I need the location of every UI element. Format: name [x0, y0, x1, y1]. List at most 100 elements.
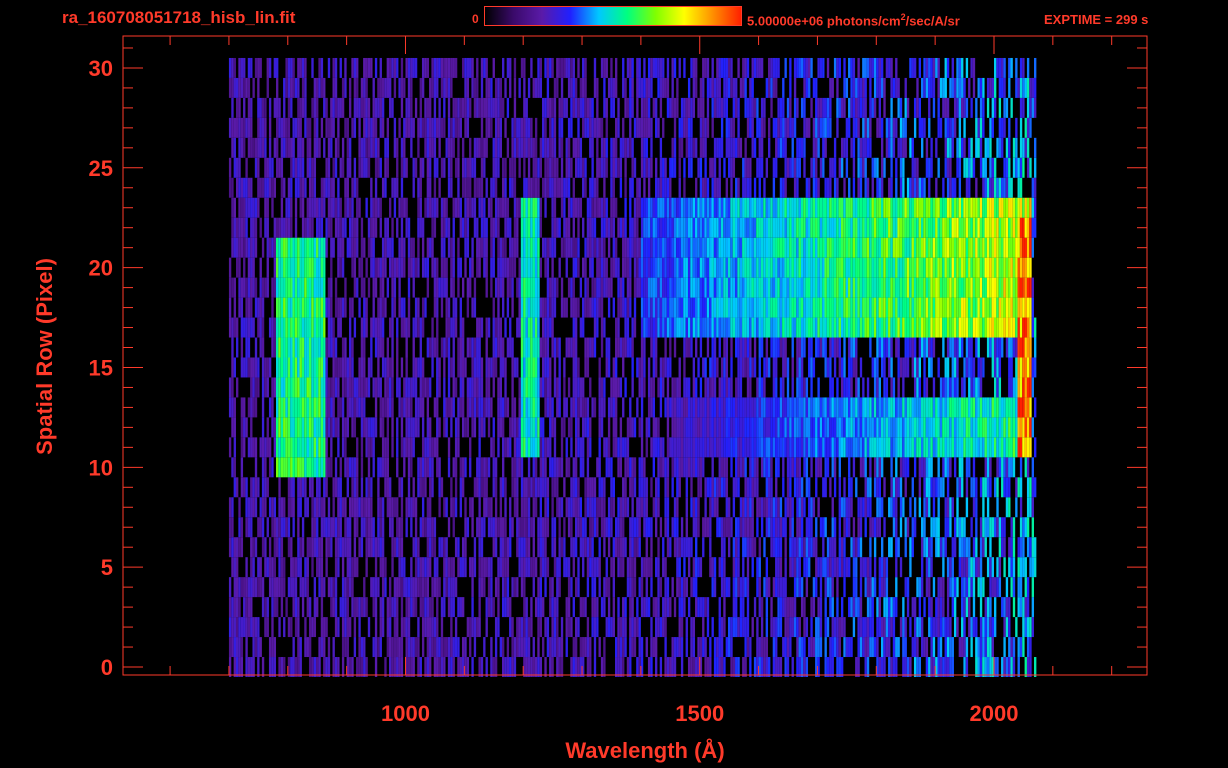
heatmap-cell — [523, 277, 526, 298]
heatmap-cell — [316, 357, 319, 378]
heatmap-cell — [1026, 497, 1030, 518]
heatmap-cell — [485, 357, 488, 378]
heatmap-cell — [956, 297, 959, 318]
heatmap-cell — [454, 637, 458, 658]
heatmap-cell — [836, 657, 839, 677]
heatmap-cell — [810, 337, 813, 358]
heatmap-cell — [450, 597, 453, 618]
heatmap-cell — [859, 277, 863, 298]
heatmap-cell — [553, 597, 557, 618]
heatmap-cell — [918, 317, 922, 338]
heatmap-cell — [452, 637, 455, 658]
heatmap-cell — [862, 317, 865, 338]
heatmap-cell — [419, 317, 422, 338]
heatmap-cell — [749, 317, 752, 338]
heatmap-cell — [791, 457, 794, 478]
heatmap-cell — [640, 597, 644, 618]
heatmap-cell — [525, 597, 528, 618]
heatmap-cell — [341, 357, 345, 378]
heatmap-cell — [937, 597, 940, 618]
heatmap-cell — [951, 657, 954, 677]
heatmap-cell — [685, 317, 688, 338]
heatmap-cell — [829, 577, 832, 598]
heatmap-cell — [421, 397, 425, 418]
heatmap-cell — [720, 537, 724, 558]
heatmap-cell — [930, 617, 933, 638]
heatmap-cell — [942, 337, 945, 358]
heatmap-cell — [337, 657, 340, 677]
heatmap-cell — [563, 377, 566, 398]
heatmap-cell — [459, 457, 462, 478]
heatmap-cell — [612, 497, 615, 518]
heatmap-cell — [906, 457, 910, 478]
heatmap-cell — [963, 557, 966, 578]
heatmap-cell — [518, 617, 521, 638]
heatmap-cell — [374, 557, 378, 578]
heatmap-cell — [233, 437, 236, 458]
heatmap-cell — [998, 557, 1002, 578]
heatmap-cell — [626, 297, 630, 318]
heatmap-cell — [880, 457, 884, 478]
heatmap-cell — [869, 637, 872, 658]
heatmap-cell — [304, 477, 307, 498]
heatmap-cell — [878, 557, 881, 578]
heatmap-cell — [252, 477, 255, 498]
heatmap-cell — [410, 637, 413, 658]
heatmap-cell — [360, 477, 364, 498]
heatmap-cell — [330, 397, 333, 418]
heatmap-cell — [1010, 317, 1013, 338]
heatmap-cell — [965, 317, 969, 338]
heatmap-cell — [509, 657, 512, 677]
heatmap-cell — [278, 577, 281, 598]
heatmap-cell — [695, 297, 698, 318]
heatmap-cell — [311, 417, 314, 438]
heatmap-cell — [563, 417, 566, 438]
heatmap-cell — [647, 357, 651, 378]
heatmap-cell — [770, 397, 773, 418]
heatmap-cell — [876, 517, 879, 538]
heatmap-cell — [697, 277, 700, 298]
heatmap-cell — [723, 397, 726, 418]
heatmap-cell — [339, 257, 342, 278]
heatmap-cell — [591, 257, 594, 278]
heatmap-cell — [939, 297, 943, 318]
heatmap-cell — [565, 437, 568, 458]
heatmap-cell — [744, 297, 747, 318]
heatmap-cell — [845, 277, 849, 298]
heatmap-cell — [921, 577, 924, 598]
heatmap-cell — [235, 597, 239, 618]
heatmap-cell — [970, 557, 973, 578]
heatmap-cell — [1019, 637, 1023, 658]
heatmap-cell — [1034, 657, 1037, 677]
heatmap-cell — [669, 397, 672, 418]
heatmap-cell — [876, 417, 879, 438]
heatmap-cell — [1034, 337, 1037, 358]
heatmap-cell — [793, 537, 797, 558]
heatmap-cell — [949, 337, 952, 358]
heatmap-cell — [869, 537, 872, 558]
heatmap-cell — [838, 297, 841, 318]
heatmap-cell — [586, 417, 590, 438]
heatmap-cell — [678, 397, 681, 418]
heatmap-cell — [699, 337, 703, 358]
heatmap-cell — [798, 617, 801, 638]
heatmap-cell — [897, 537, 900, 558]
heatmap-cell — [690, 457, 693, 478]
heatmap-cell — [429, 597, 432, 618]
heatmap-cell — [702, 617, 705, 638]
heatmap-cell — [283, 297, 286, 318]
heatmap-cell — [815, 617, 818, 638]
heatmap-cell — [852, 397, 856, 418]
heatmap-cell — [617, 297, 620, 318]
heatmap-cell — [676, 477, 679, 498]
heatmap-cell — [655, 617, 658, 638]
heatmap-cell — [702, 317, 705, 338]
heatmap-cell — [367, 437, 371, 458]
heatmap-cell — [287, 297, 291, 318]
heatmap-cell — [304, 397, 307, 418]
heatmap-cell — [377, 297, 380, 318]
heatmap-cell — [758, 577, 761, 598]
heatmap-cell — [840, 377, 844, 398]
heatmap-cell — [316, 537, 319, 558]
heatmap-cell — [946, 557, 950, 578]
